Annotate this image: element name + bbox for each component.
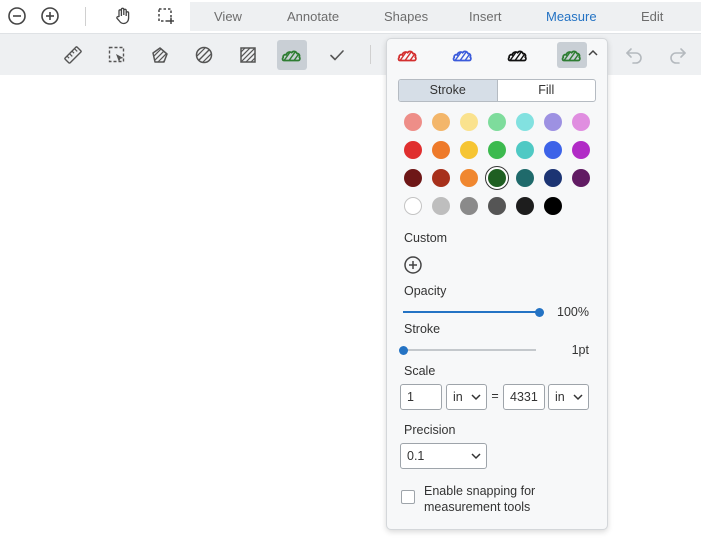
color-swatch[interactable] (460, 141, 478, 159)
color-swatch[interactable] (544, 141, 562, 159)
chevron-up-icon[interactable] (587, 47, 599, 59)
pan-hand-icon[interactable] (112, 5, 134, 27)
color-swatch[interactable] (544, 197, 562, 215)
stroke-width-slider-handle[interactable] (398, 345, 408, 355)
color-swatch[interactable] (516, 197, 534, 215)
scale-equals: = (491, 389, 499, 403)
tab-view[interactable]: View (214, 2, 242, 31)
opacity-value: 100% (557, 305, 589, 319)
color-swatch[interactable] (404, 197, 422, 215)
redo-icon[interactable] (668, 44, 688, 64)
color-swatch[interactable] (404, 169, 422, 187)
snapping-checkbox[interactable] (401, 490, 415, 504)
color-swatch[interactable] (460, 113, 478, 131)
zoom-out-icon[interactable] (6, 5, 28, 27)
scale-left-value-input[interactable]: 1 (400, 384, 442, 410)
fill-tab[interactable]: Fill (498, 80, 596, 101)
tab-edit[interactable]: Edit (641, 2, 663, 31)
stroke-tab[interactable]: Stroke (399, 80, 498, 101)
marquee-select-icon[interactable] (155, 5, 177, 27)
rectangle-area-icon[interactable] (233, 40, 263, 70)
tab-shapes[interactable]: Shapes (384, 2, 428, 31)
opacity-label: Opacity (404, 284, 447, 298)
top-toolbar: View Annotate Shapes Insert Measure Edit (0, 0, 701, 33)
cloud-style-icon[interactable] (277, 40, 307, 70)
scale-left-unit-value: in (453, 390, 463, 404)
stroke-fill-toggle: Stroke Fill (398, 79, 596, 102)
color-swatch[interactable] (488, 141, 506, 159)
color-swatch[interactable] (432, 113, 450, 131)
ellipse-area-icon[interactable] (189, 40, 219, 70)
style-preset-green[interactable] (557, 42, 587, 68)
scale-left-unit-select[interactable]: in (446, 384, 487, 410)
color-swatch[interactable] (460, 169, 478, 187)
tab-annotate[interactable]: Annotate (287, 2, 339, 31)
color-swatch[interactable] (432, 197, 450, 215)
scale-right-unit-value: in (555, 390, 565, 404)
add-custom-color-icon[interactable] (403, 255, 423, 275)
color-swatch-selected[interactable] (485, 166, 509, 190)
color-swatch[interactable] (544, 113, 562, 131)
color-swatch[interactable] (544, 169, 562, 187)
custom-label: Custom (404, 231, 448, 245)
precision-select[interactable]: 0.1 (400, 443, 487, 469)
opacity-slider-fill (403, 311, 539, 313)
chevron-down-icon (573, 394, 583, 401)
color-swatch[interactable] (460, 197, 478, 215)
chevron-down-icon (471, 394, 481, 401)
color-swatch[interactable] (516, 113, 534, 131)
style-preset-red[interactable] (393, 42, 423, 68)
zoom-in-icon[interactable] (39, 5, 61, 27)
snapping-label: Enable snapping for measurement tools (424, 484, 536, 514)
ribbon-tabs: View Annotate Shapes Insert Measure Edit (190, 2, 701, 31)
color-swatch[interactable] (572, 113, 590, 131)
undo-icon[interactable] (624, 44, 644, 64)
color-swatch[interactable] (488, 197, 506, 215)
color-swatch[interactable] (432, 169, 450, 187)
style-preset-black[interactable] (503, 42, 533, 68)
opacity-slider[interactable] (403, 307, 544, 317)
color-swatch[interactable] (432, 141, 450, 159)
color-swatch[interactable] (572, 169, 590, 187)
opacity-slider-handle[interactable] (534, 307, 544, 317)
distance-ruler-icon[interactable] (58, 40, 88, 70)
color-swatch[interactable] (404, 113, 422, 131)
style-panel: Stroke Fill Custom Opacity 100% Stroke 1… (386, 38, 608, 530)
scale-right-unit-select[interactable]: in (548, 384, 589, 410)
tab-measure[interactable]: Measure (546, 2, 597, 31)
color-swatch[interactable] (516, 141, 534, 159)
color-swatch[interactable] (404, 141, 422, 159)
rectangle-measure-icon[interactable] (102, 40, 132, 70)
stroke-width-slider[interactable] (398, 345, 536, 355)
checkmark-icon[interactable] (322, 40, 352, 70)
color-swatch[interactable] (572, 141, 590, 159)
polygon-area-icon[interactable] (145, 40, 175, 70)
stroke-width-label: Stroke (404, 322, 441, 336)
precision-label: Precision (404, 423, 456, 437)
chevron-down-icon (471, 453, 481, 460)
scale-right-value-input[interactable]: 4331 (503, 384, 545, 410)
color-swatch[interactable] (516, 169, 534, 187)
toolbar-divider (85, 7, 86, 26)
style-preset-blue[interactable] (448, 42, 478, 68)
toolbar-divider (370, 45, 371, 64)
color-swatch[interactable] (488, 113, 506, 131)
stroke-width-value: 1pt (571, 343, 589, 357)
scale-label: Scale (404, 364, 436, 378)
precision-value: 0.1 (407, 449, 425, 463)
tab-insert[interactable]: Insert (469, 2, 502, 31)
